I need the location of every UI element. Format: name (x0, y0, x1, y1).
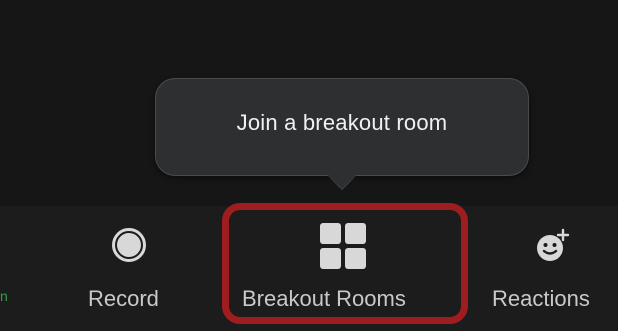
tooltip-arrow (328, 175, 356, 189)
partial-toolbar-label: n (0, 288, 8, 304)
smiley-plus-icon (537, 228, 570, 261)
reactions-button[interactable]: Reactions (490, 206, 618, 331)
grid-icon (320, 223, 366, 269)
record-icon (112, 228, 146, 262)
breakout-rooms-label: Breakout Rooms (242, 286, 406, 311)
reactions-label: Reactions (492, 286, 590, 311)
meeting-toolbar: Record Breakout Rooms Reactions (0, 206, 618, 331)
record-label: Record (88, 286, 159, 311)
meeting-window: Join a breakout room Record Breakout Roo… (0, 0, 618, 331)
record-button[interactable]: Record (80, 206, 180, 331)
breakout-tooltip: Join a breakout room (155, 78, 529, 176)
tooltip-text: Join a breakout room (236, 110, 448, 135)
breakout-rooms-button[interactable]: Breakout Rooms (232, 206, 460, 331)
